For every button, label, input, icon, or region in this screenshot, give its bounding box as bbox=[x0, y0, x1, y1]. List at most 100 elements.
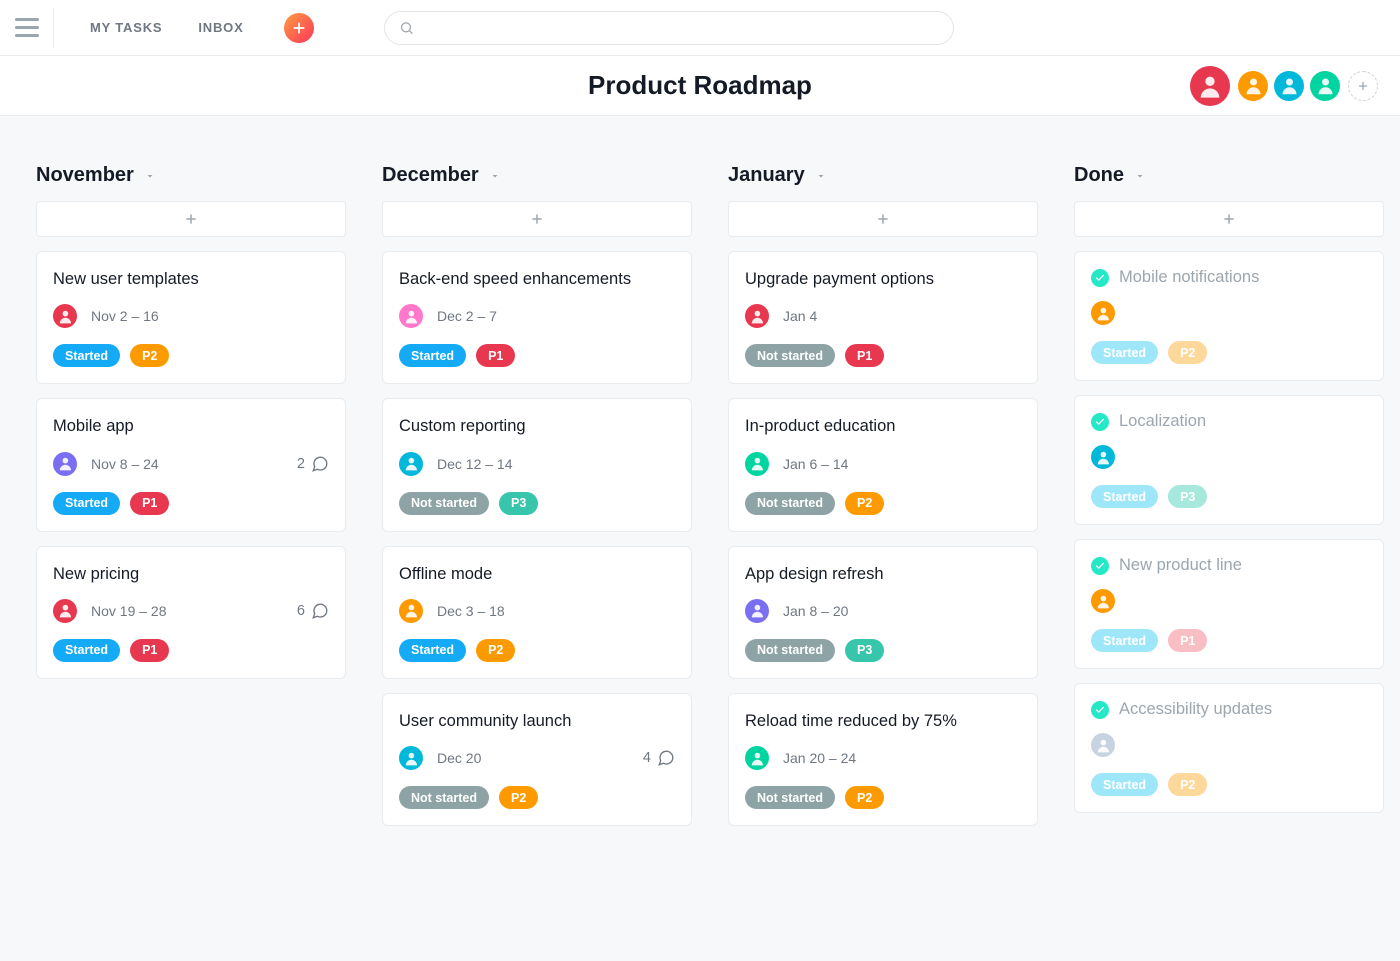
search-input[interactable] bbox=[422, 19, 939, 37]
assignee-avatar[interactable] bbox=[53, 304, 77, 328]
assignee-avatar[interactable] bbox=[745, 304, 769, 328]
column-title: December bbox=[382, 164, 479, 187]
task-card[interactable]: Accessibility updatesStartedP2 bbox=[1074, 683, 1384, 813]
task-card[interactable]: App design refreshJan 8 – 20Not startedP… bbox=[728, 546, 1038, 679]
card-date: Nov 2 – 16 bbox=[91, 308, 159, 324]
assignee-avatar[interactable] bbox=[53, 452, 77, 476]
task-card[interactable]: Mobile notificationsStartedP2 bbox=[1074, 251, 1384, 381]
comment-count[interactable]: 6 bbox=[297, 602, 329, 620]
priority-pill[interactable]: P2 bbox=[1168, 341, 1207, 364]
priority-pill[interactable]: P1 bbox=[130, 492, 169, 515]
status-pill[interactable]: Started bbox=[53, 492, 120, 515]
status-pill[interactable]: Started bbox=[53, 639, 120, 662]
priority-pill[interactable]: P2 bbox=[845, 492, 884, 515]
priority-pill[interactable]: P1 bbox=[845, 344, 884, 367]
card-meta: Dec 12 – 14 bbox=[399, 452, 675, 476]
status-pill[interactable]: Not started bbox=[745, 492, 835, 515]
priority-pill[interactable]: P2 bbox=[845, 786, 884, 809]
status-pill[interactable]: Started bbox=[53, 344, 120, 367]
status-pill[interactable]: Started bbox=[1091, 629, 1158, 652]
status-pill[interactable]: Started bbox=[1091, 341, 1158, 364]
nav-inbox[interactable]: INBOX bbox=[198, 20, 243, 35]
status-pill[interactable]: Not started bbox=[745, 786, 835, 809]
priority-pill[interactable]: P3 bbox=[499, 492, 538, 515]
add-card-button[interactable] bbox=[1074, 201, 1384, 237]
column-header[interactable]: January bbox=[728, 164, 1038, 187]
card-meta: Jan 6 – 14 bbox=[745, 452, 1021, 476]
assignee-avatar[interactable] bbox=[1091, 301, 1115, 325]
hamburger-menu-icon[interactable] bbox=[14, 8, 54, 48]
assignee-avatar[interactable] bbox=[399, 304, 423, 328]
status-pill[interactable]: Not started bbox=[745, 639, 835, 662]
member-avatar[interactable] bbox=[1238, 71, 1268, 101]
status-pill[interactable]: Started bbox=[399, 639, 466, 662]
status-pill[interactable]: Not started bbox=[399, 786, 489, 809]
card-meta: Dec 2 – 7 bbox=[399, 304, 675, 328]
assignee-avatar[interactable] bbox=[399, 746, 423, 770]
member-avatar[interactable] bbox=[1190, 66, 1230, 106]
task-card[interactable]: Mobile appNov 8 – 242StartedP1 bbox=[36, 398, 346, 531]
global-add-button[interactable] bbox=[284, 13, 314, 43]
add-card-button[interactable] bbox=[36, 201, 346, 237]
task-card[interactable]: New pricingNov 19 – 286StartedP1 bbox=[36, 546, 346, 679]
card-date: Jan 4 bbox=[783, 308, 817, 324]
status-pill[interactable]: Not started bbox=[745, 344, 835, 367]
column-header[interactable]: Done bbox=[1074, 164, 1384, 187]
priority-pill[interactable]: P1 bbox=[1168, 629, 1207, 652]
plus-icon bbox=[184, 212, 198, 226]
tag-row: Started P1 bbox=[53, 639, 329, 662]
assignee-avatar[interactable] bbox=[53, 599, 77, 623]
column-header[interactable]: December bbox=[382, 164, 692, 187]
column-header[interactable]: November bbox=[36, 164, 346, 187]
member-avatar[interactable] bbox=[1274, 71, 1304, 101]
task-card[interactable]: Offline mode Dec 3 – 18 Started P2 bbox=[382, 546, 692, 679]
priority-pill[interactable]: P2 bbox=[130, 344, 169, 367]
comment-count[interactable]: 4 bbox=[643, 749, 675, 767]
assignee-avatar[interactable] bbox=[1091, 589, 1115, 613]
search-box[interactable] bbox=[384, 11, 954, 45]
priority-pill[interactable]: P3 bbox=[1168, 485, 1207, 508]
priority-pill[interactable]: P2 bbox=[1168, 773, 1207, 796]
assignee-avatar[interactable] bbox=[745, 452, 769, 476]
assignee-avatar[interactable] bbox=[745, 599, 769, 623]
assignee-avatar[interactable] bbox=[1091, 445, 1115, 469]
task-card[interactable]: In-product educationJan 6 – 14Not starte… bbox=[728, 398, 1038, 531]
task-card[interactable]: User community launchDec 204Not startedP… bbox=[382, 693, 692, 826]
chevron-down-icon bbox=[815, 170, 827, 182]
task-card[interactable]: Reload time reduced by 75%Jan 20 – 24Not… bbox=[728, 693, 1038, 826]
card-meta: Dec 3 – 18 bbox=[399, 599, 675, 623]
assignee-avatar[interactable] bbox=[399, 599, 423, 623]
assignee-avatar[interactable] bbox=[399, 452, 423, 476]
task-card[interactable]: New product lineStartedP1 bbox=[1074, 539, 1384, 669]
plus-icon bbox=[1357, 80, 1369, 92]
column: JanuaryUpgrade payment optionsJan 4Not s… bbox=[728, 164, 1038, 840]
status-pill[interactable]: Started bbox=[399, 344, 466, 367]
card-title: Offline mode bbox=[399, 563, 675, 585]
comment-count[interactable]: 2 bbox=[297, 455, 329, 473]
add-card-button[interactable] bbox=[382, 201, 692, 237]
status-pill[interactable]: Started bbox=[1091, 485, 1158, 508]
task-card[interactable]: New user templatesNov 2 – 16StartedP2 bbox=[36, 251, 346, 384]
card-date: Nov 8 – 24 bbox=[91, 456, 159, 472]
plus-icon bbox=[292, 21, 306, 35]
task-card[interactable]: Back-end speed enhancementsDec 2 – 7Star… bbox=[382, 251, 692, 384]
add-member-button[interactable] bbox=[1348, 71, 1378, 101]
task-card[interactable]: LocalizationStartedP3 bbox=[1074, 395, 1384, 525]
task-card[interactable]: Custom reportingDec 12 – 14Not startedP3 bbox=[382, 398, 692, 531]
priority-pill[interactable]: P1 bbox=[130, 639, 169, 662]
nav-my-tasks[interactable]: MY TASKS bbox=[90, 20, 162, 35]
assignee-avatar[interactable] bbox=[1091, 733, 1115, 757]
member-avatar[interactable] bbox=[1310, 71, 1340, 101]
task-card[interactable]: Upgrade payment optionsJan 4Not startedP… bbox=[728, 251, 1038, 384]
assignee-avatar[interactable] bbox=[745, 746, 769, 770]
priority-pill[interactable]: P2 bbox=[499, 786, 538, 809]
priority-pill[interactable]: P2 bbox=[476, 639, 515, 662]
tag-row: Started P2 bbox=[1091, 773, 1367, 796]
chevron-down-icon bbox=[144, 170, 156, 182]
priority-pill[interactable]: P3 bbox=[845, 639, 884, 662]
status-pill[interactable]: Started bbox=[1091, 773, 1158, 796]
card-meta: Dec 204 bbox=[399, 746, 675, 770]
add-card-button[interactable] bbox=[728, 201, 1038, 237]
priority-pill[interactable]: P1 bbox=[476, 344, 515, 367]
status-pill[interactable]: Not started bbox=[399, 492, 489, 515]
